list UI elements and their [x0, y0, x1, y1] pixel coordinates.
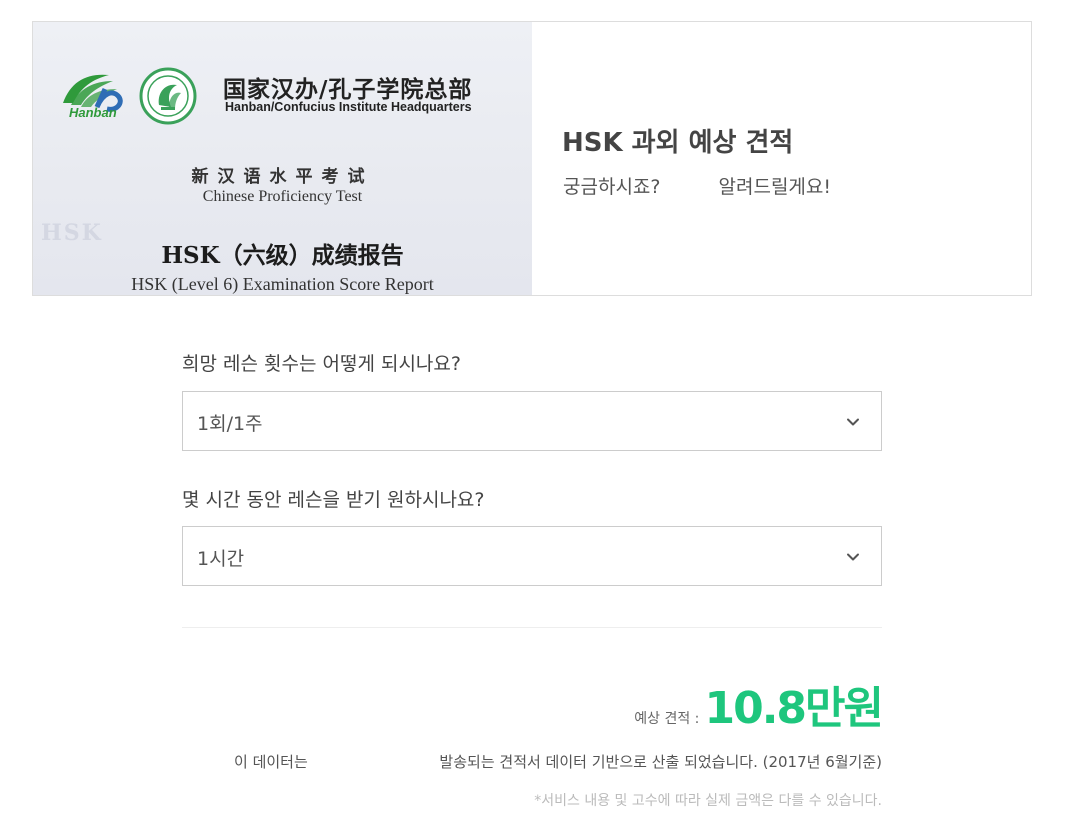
- estimate-label: 예상 견적 :: [634, 711, 700, 727]
- test-name-en: Chinese Proficiency Test: [202, 188, 363, 205]
- data-note-prefix: 이 데이터는: [234, 753, 308, 771]
- lesson-count-selected-value: 1회/1주: [197, 413, 263, 435]
- hanban-logo-text: Hanban: [69, 105, 117, 120]
- price-estimate: 예상 견적 : 10.8만원: [634, 672, 884, 736]
- banner-subtitle-answer: 알려드릴게요!: [718, 176, 832, 198]
- lesson-duration-question: 몇 시간 동안 레슨을 받기 원하시나요?: [182, 489, 485, 511]
- section-divider: [182, 627, 882, 628]
- confucius-institute-logo-icon: [139, 67, 197, 125]
- price-disclaimer: *서비스 내용 및 고수에 따라 실제 금액은 다를 수 있습니다.: [534, 793, 882, 809]
- lesson-duration-selected-value: 1시간: [197, 548, 245, 570]
- page-title: HSK 과외 예상 견적: [562, 128, 794, 158]
- organization-name-cn: 国家汉办/孔子学院总部: [223, 76, 473, 103]
- report-title-en: HSK (Level 6) Examination Score Report: [131, 274, 434, 294]
- lesson-count-select[interactable]: 1회/1주: [182, 391, 882, 451]
- chevron-down-icon: [847, 418, 859, 426]
- chevron-down-icon: [847, 553, 859, 561]
- banner-subtitle-question: 궁금하시죠?: [563, 176, 661, 198]
- report-title-cn: HSK（六级）成绩报告: [161, 242, 404, 269]
- lesson-duration-select[interactable]: 1시간: [182, 526, 882, 586]
- hero-banner: HSK Hanban 国家汉办/孔子学院总部 Hanban/Confucius …: [32, 21, 1032, 296]
- organization-name-en: Hanban/Confucius Institute Headquarters: [225, 100, 472, 114]
- data-note-basis: 발송되는 견적서 데이터 기반으로 산출 되었습니다. (2017년 6월기준): [439, 753, 882, 771]
- banner-subtitle: 궁금하시죠? 알려드릴게요!: [563, 172, 831, 199]
- hsk-certificate-image: HSK Hanban 国家汉办/孔子学院总部 Hanban/Confucius …: [33, 22, 532, 295]
- estimate-value: 10.8만원: [704, 683, 884, 734]
- test-name-cn: 新汉语水平考试: [191, 167, 374, 187]
- lesson-count-question: 희망 레슨 횟수는 어떻게 되시나요?: [182, 353, 461, 375]
